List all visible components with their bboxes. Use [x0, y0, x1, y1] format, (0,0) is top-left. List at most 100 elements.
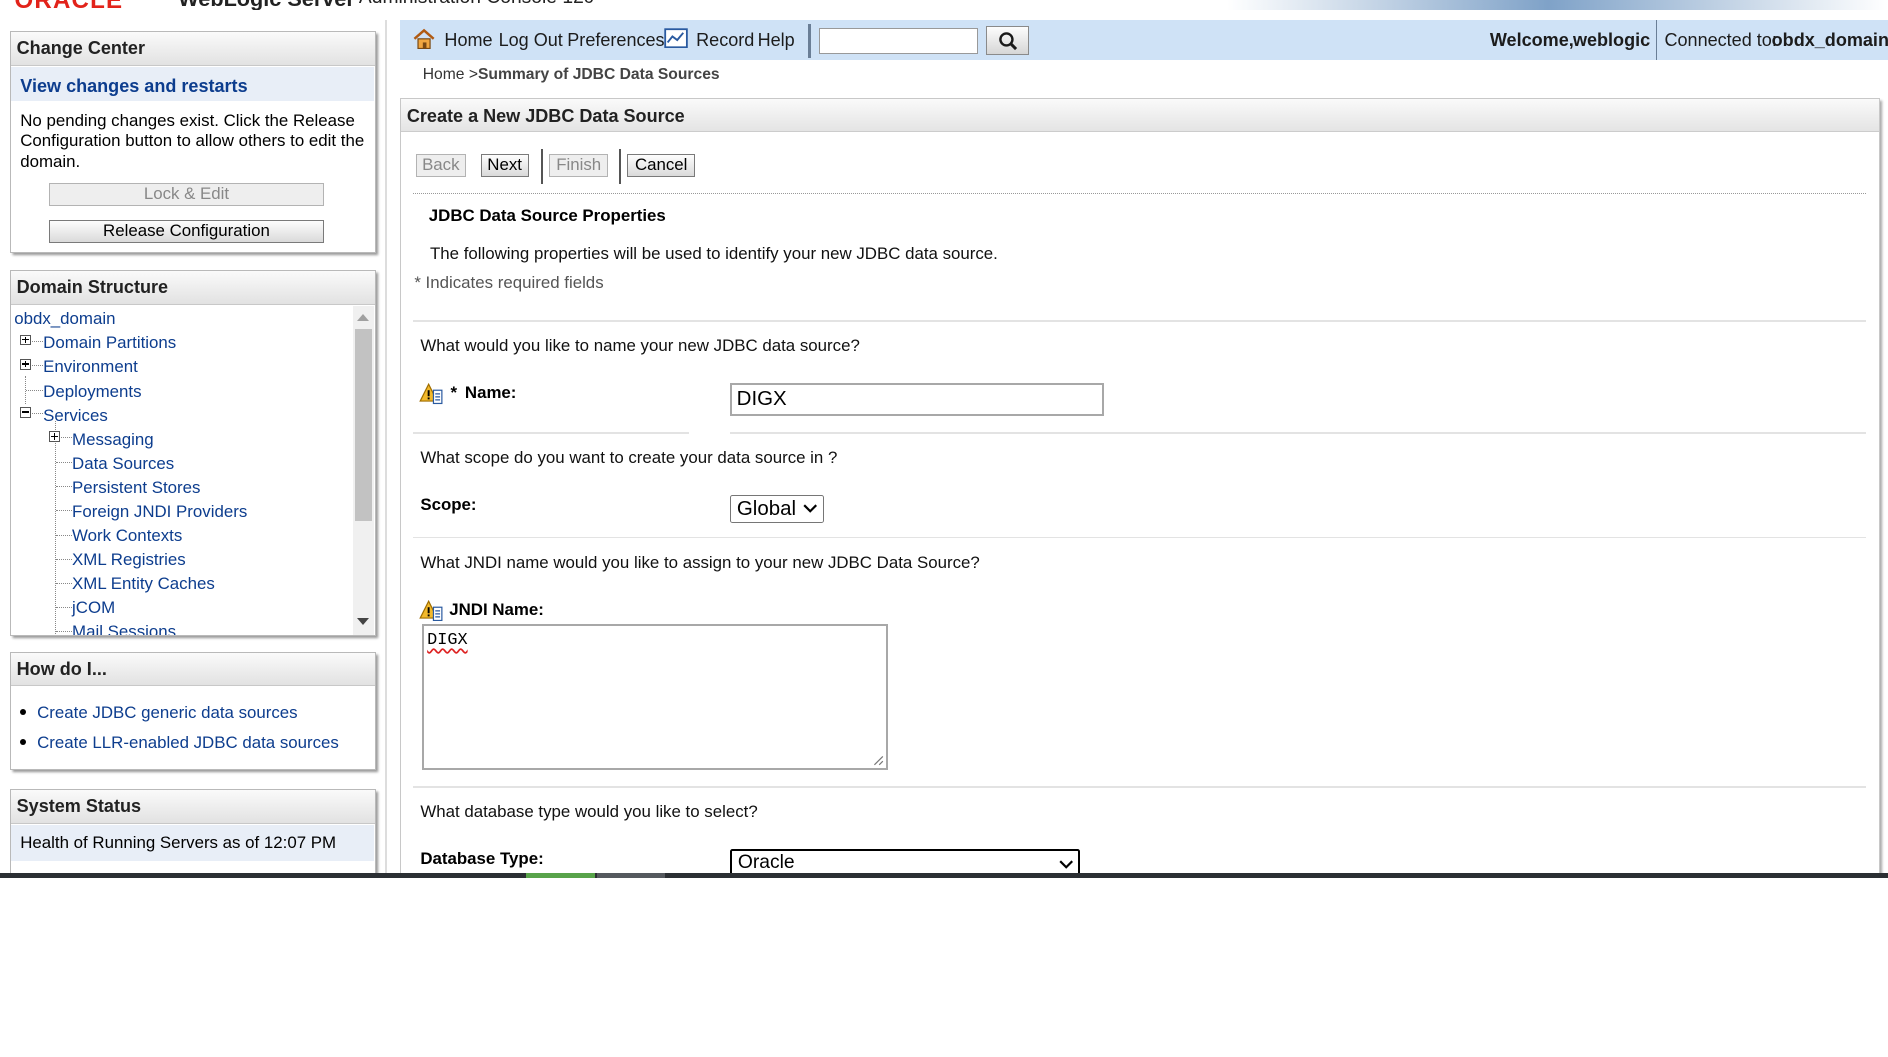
- chevron-down-icon: [803, 504, 818, 514]
- welcome-user: weblogic: [1572, 30, 1651, 51]
- logout-link[interactable]: Log Out: [499, 30, 563, 51]
- jndi-label: JNDI Name:: [449, 599, 544, 619]
- breadcrumb-home[interactable]: Home: [423, 66, 465, 83]
- divider: [729, 432, 1866, 434]
- tree-item-work-contexts[interactable]: Work Contexts: [72, 526, 182, 546]
- warning-info-icon: [419, 599, 443, 621]
- domain-structure-panel: Domain Structure obdx_domain Domain Part…: [9, 269, 376, 636]
- tree-item-data-sources[interactable]: Data Sources: [72, 454, 174, 474]
- oracle-logo: ORACLE: [14, 0, 123, 10]
- console-name: Administration Console 12c: [359, 0, 594, 9]
- welcome-label: Welcome,: [1489, 30, 1574, 51]
- change-center-message: No pending changes exist. Click the Rele…: [20, 110, 365, 171]
- view-changes-link[interactable]: View changes and restarts: [20, 76, 247, 97]
- change-center-panel: Change Center View changes and restarts …: [9, 31, 376, 253]
- home-link[interactable]: Home: [444, 30, 492, 51]
- name-input[interactable]: [729, 382, 1105, 416]
- search-icon: [999, 32, 1018, 51]
- tree-item-mail-sessions[interactable]: Mail Sessions: [72, 622, 176, 634]
- lock-edit-button[interactable]: Lock & Edit: [49, 182, 324, 206]
- dotted-divider: [413, 192, 1866, 194]
- tree-item-environment[interactable]: Environment: [43, 357, 138, 377]
- dbtype-question: What database type would you like to sel…: [420, 802, 758, 822]
- expand-icon[interactable]: [20, 358, 32, 370]
- page-title: Create a New JDBC Data Source: [406, 105, 685, 126]
- breadcrumb-current: Summary of JDBC Data Sources: [477, 66, 720, 84]
- tree-item-domain-partitions[interactable]: Domain Partitions: [43, 333, 176, 353]
- jndi-textarea[interactable]: DIGX: [421, 623, 888, 770]
- divider: [413, 537, 1866, 539]
- section-title: JDBC Data Source Properties: [428, 205, 666, 225]
- dbtype-selected-value: Oracle: [737, 852, 795, 874]
- record-icon[interactable]: [663, 27, 688, 48]
- search-button[interactable]: [986, 26, 1029, 56]
- cancel-button[interactable]: Cancel: [627, 154, 695, 178]
- toolbar-separator: [808, 24, 811, 58]
- back-button[interactable]: Back: [415, 154, 467, 178]
- collapse-icon[interactable]: [20, 406, 32, 418]
- preferences-link[interactable]: Preferences: [567, 30, 664, 51]
- change-center-title: Change Center: [10, 32, 375, 67]
- tree-item-services[interactable]: Services: [43, 406, 108, 426]
- expand-icon[interactable]: [20, 334, 32, 346]
- name-required-marker: *: [450, 382, 457, 402]
- divider: [413, 786, 1866, 788]
- required-note: * Indicates required fields: [414, 273, 604, 293]
- health-text: Health of Running Servers as of 12:07 PM: [20, 833, 337, 853]
- domain-tree: obdx_domain Domain Partitions Environmen…: [11, 306, 353, 635]
- intro-text: The following properties will be used to…: [429, 244, 998, 264]
- connected-domain: obdx_domain: [1771, 30, 1888, 51]
- left-divider: [385, 20, 387, 878]
- dbtype-label: Database Type:: [420, 849, 544, 869]
- record-link[interactable]: Record: [696, 30, 754, 51]
- tree-item-jcom[interactable]: jCOM: [72, 598, 115, 618]
- button-separator: [540, 149, 544, 185]
- scroll-up-arrow-icon[interactable]: [357, 314, 370, 322]
- expand-icon[interactable]: [49, 430, 60, 442]
- button-separator: [619, 149, 622, 185]
- how-do-i-panel: How do I... Create JDBC generic data sou…: [9, 651, 376, 770]
- tree-item-xml-registries[interactable]: XML Registries: [72, 550, 186, 570]
- how-do-i-title: How do I...: [10, 652, 375, 687]
- system-status-panel: System Status Health of Running Servers …: [9, 788, 376, 878]
- scroll-thumb[interactable]: [355, 328, 372, 522]
- tree-item-xml-entity-caches[interactable]: XML Entity Caches: [72, 574, 215, 594]
- next-button[interactable]: Next: [480, 154, 529, 178]
- divider: [413, 320, 1866, 322]
- tree-item-deployments[interactable]: Deployments: [43, 382, 141, 402]
- tree-scrollbar[interactable]: [352, 305, 375, 635]
- taskbar-highlight: [526, 873, 595, 878]
- name-question: What would you like to name your new JDB…: [420, 336, 860, 356]
- warning-info-icon: [419, 382, 443, 405]
- domain-structure-title: Domain Structure: [10, 270, 375, 305]
- search-input[interactable]: [818, 27, 978, 55]
- resize-handle-icon[interactable]: [872, 754, 884, 766]
- name-label: Name:: [464, 382, 517, 402]
- help-link[interactable]: Help: [758, 30, 795, 51]
- home-icon[interactable]: [412, 28, 436, 50]
- tree-item-foreign-jndi-providers[interactable]: Foreign JNDI Providers: [72, 502, 247, 522]
- tree-item-persistent-stores[interactable]: Persistent Stores: [72, 478, 200, 498]
- tree-item-messaging[interactable]: Messaging: [72, 430, 154, 450]
- scroll-down-arrow-icon[interactable]: [357, 617, 370, 625]
- scope-label: Scope:: [420, 495, 477, 514]
- create-llr-jdbc-link[interactable]: Create LLR-enabled JDBC data sources: [37, 733, 339, 753]
- scope-question: What scope do you want to create your da…: [420, 448, 838, 468]
- product-name: WebLogic Server: [178, 0, 355, 10]
- release-configuration-button[interactable]: Release Configuration: [49, 220, 324, 244]
- breadcrumb-separator: >: [464, 66, 478, 84]
- create-jdbc-generic-link[interactable]: Create JDBC generic data sources: [37, 703, 298, 723]
- finish-button[interactable]: Finish: [549, 154, 609, 178]
- bullet-icon: [20, 739, 27, 746]
- system-status-title: System Status: [10, 789, 375, 824]
- jndi-question: What JNDI name would you like to assign …: [420, 552, 980, 572]
- toolbar-separator: [1656, 20, 1658, 61]
- tree-root[interactable]: obdx_domain: [14, 309, 115, 329]
- chevron-down-icon: [1059, 859, 1074, 869]
- connected-label: Connected to:: [1664, 30, 1777, 51]
- bullet-icon: [20, 709, 27, 716]
- scope-select[interactable]: Global: [729, 495, 824, 523]
- top-toolbar: Home Log Out Preferences Record Help Wel…: [399, 20, 1888, 61]
- header-strip: ORACLE WebLogic Server Administration Co…: [0, 0, 1888, 10]
- divider: [413, 432, 689, 434]
